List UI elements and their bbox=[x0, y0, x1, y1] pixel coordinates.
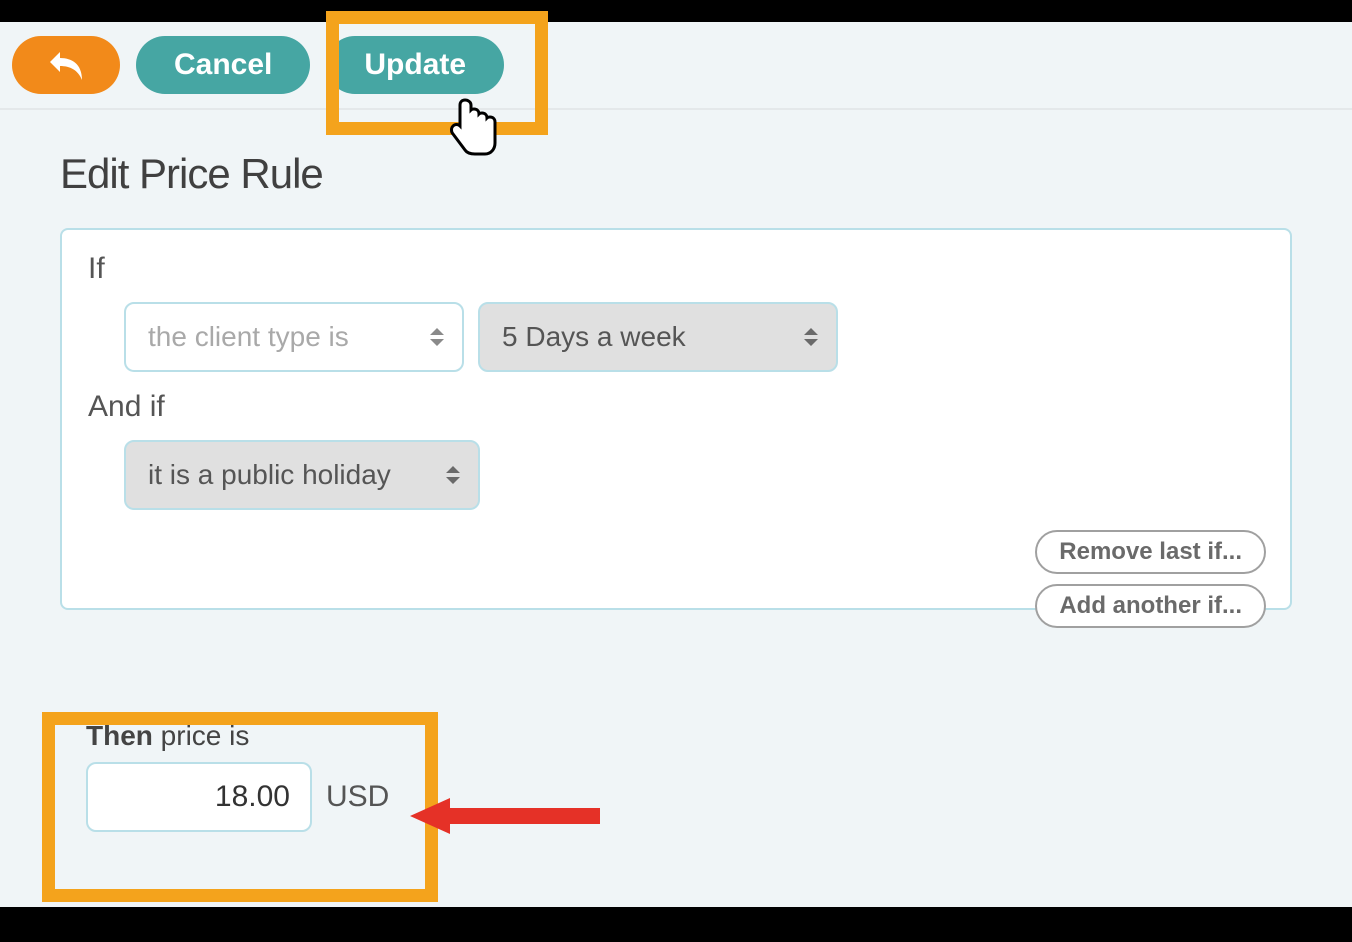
then-bold: Then bbox=[86, 720, 153, 751]
window-top-bar bbox=[0, 0, 1352, 22]
condition-row-2: it is a public holiday bbox=[86, 440, 1266, 510]
condition-row-1: the client type is 5 Days a week bbox=[86, 302, 1266, 372]
remove-last-if-button[interactable]: Remove last if... bbox=[1035, 530, 1266, 574]
chevron-updown-icon bbox=[428, 325, 446, 349]
condition-value-select[interactable]: 5 Days a week bbox=[478, 302, 838, 372]
annotation-arrow-icon bbox=[410, 796, 600, 836]
condition-type-select[interactable]: the client type is bbox=[124, 302, 464, 372]
then-label: Then price is bbox=[86, 720, 389, 752]
window-bottom-bar bbox=[0, 907, 1352, 942]
price-input[interactable] bbox=[86, 762, 312, 832]
condition2-text: it is a public holiday bbox=[148, 459, 391, 491]
undo-arrow-icon bbox=[46, 48, 86, 82]
if-actions: Remove last if... Add another if... bbox=[1035, 530, 1266, 628]
cancel-button[interactable]: Cancel bbox=[136, 36, 310, 94]
page-title: Edit Price Rule bbox=[60, 150, 1292, 198]
page-content: Edit Price Rule If the client type is 5 … bbox=[0, 110, 1352, 610]
chevron-updown-icon bbox=[444, 463, 462, 487]
add-another-if-button[interactable]: Add another if... bbox=[1035, 584, 1266, 628]
update-button[interactable]: Update bbox=[326, 36, 504, 94]
condition-value-text: 5 Days a week bbox=[502, 321, 686, 353]
back-button[interactable] bbox=[12, 36, 120, 94]
chevron-updown-icon bbox=[802, 325, 820, 349]
condition-type-value: the client type is bbox=[148, 321, 349, 353]
if-label: If bbox=[86, 252, 1266, 286]
then-rest: price is bbox=[153, 720, 249, 751]
condition2-select[interactable]: it is a public holiday bbox=[124, 440, 480, 510]
rule-card: If the client type is 5 Days a week And … bbox=[60, 228, 1292, 610]
action-bar: Cancel Update bbox=[0, 22, 1352, 110]
then-section: Then price is USD bbox=[86, 720, 389, 832]
currency-label: USD bbox=[326, 780, 389, 814]
andif-label: And if bbox=[86, 390, 1266, 424]
